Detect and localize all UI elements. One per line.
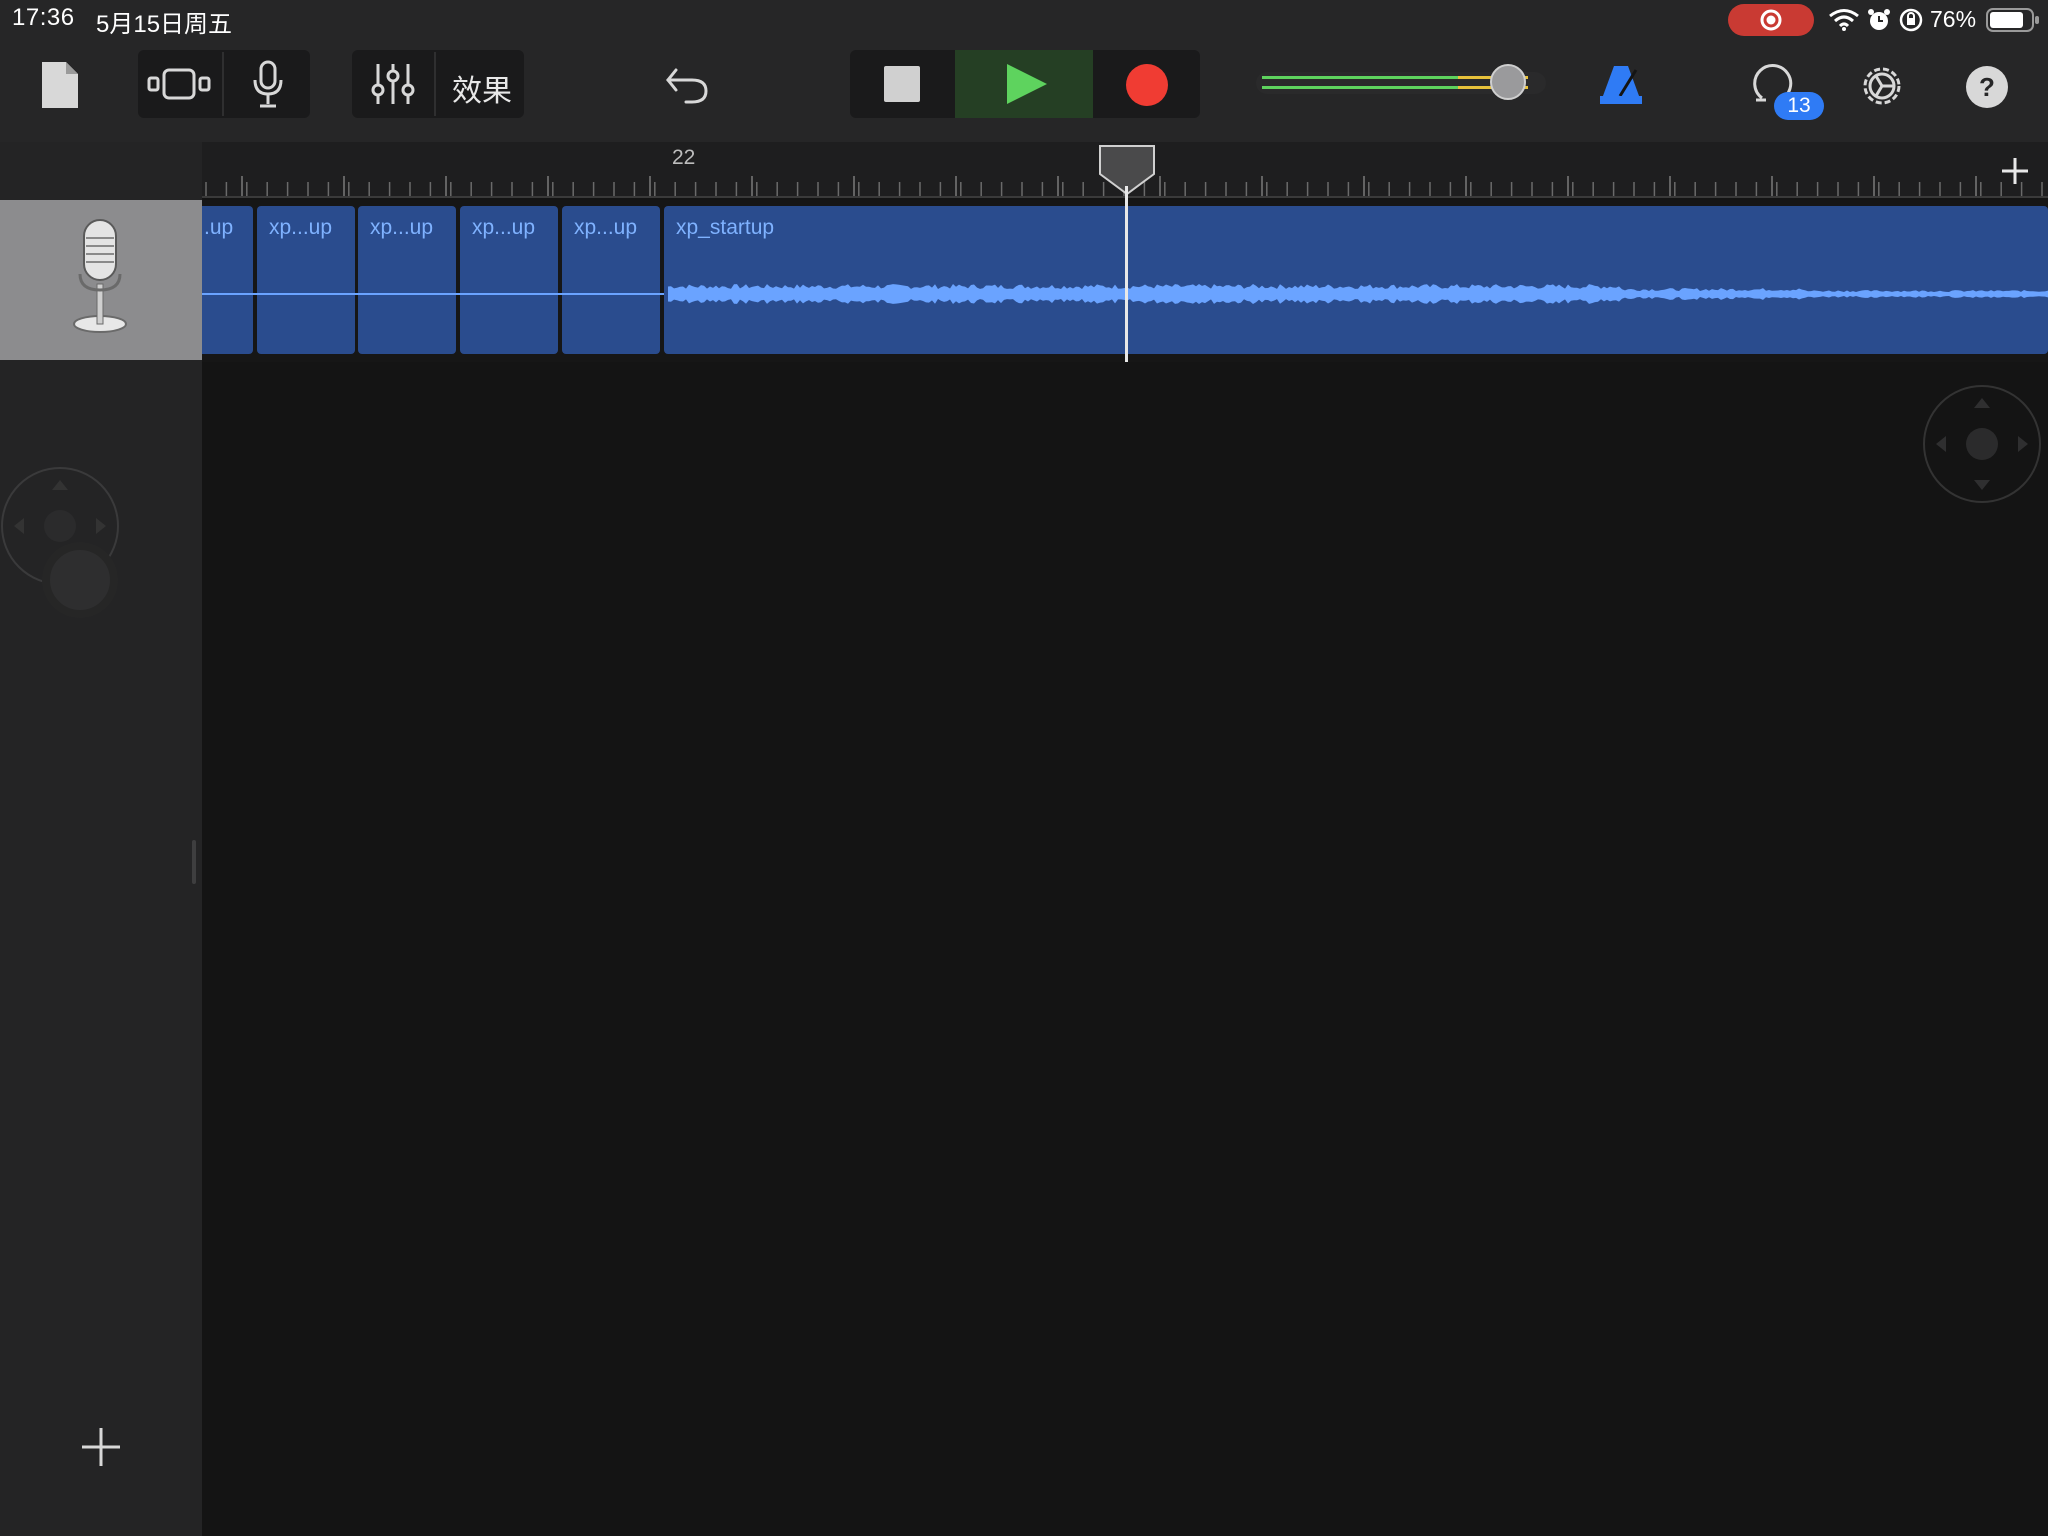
loop-count-badge: 13 xyxy=(1774,92,1824,120)
column-resize-handle[interactable] xyxy=(192,840,196,884)
screen-recording-indicator[interactable] xyxy=(1728,4,1814,36)
microphone-instrument-icon[interactable] xyxy=(248,60,288,110)
help-icon[interactable]: ? xyxy=(1964,64,2010,110)
mixer-sliders-icon[interactable] xyxy=(368,60,418,108)
metronome-icon[interactable] xyxy=(1598,62,1644,106)
battery-icon xyxy=(1986,8,2039,32)
record-button[interactable] xyxy=(1124,62,1170,108)
master-volume-knob[interactable] xyxy=(1490,64,1526,100)
status-time: 17:36 xyxy=(12,4,75,31)
alarm-icon xyxy=(1868,9,1890,30)
my-songs-document-icon[interactable] xyxy=(40,60,80,110)
segment-divider xyxy=(222,52,224,116)
add-section-plus-icon[interactable] xyxy=(1998,154,2032,188)
wifi-icon xyxy=(1829,9,1859,31)
ruler-bar-number: 22 xyxy=(672,146,696,169)
segment-divider xyxy=(434,52,436,116)
add-track-plus-icon[interactable] xyxy=(78,1424,124,1470)
battery-percentage: 76% xyxy=(1930,6,1977,32)
stop-button[interactable] xyxy=(884,66,920,102)
tracks-view-icon[interactable] xyxy=(146,62,212,106)
vintage-microphone-icon xyxy=(73,219,127,333)
track-header-audio-recorder[interactable] xyxy=(0,200,202,360)
record-dot-icon xyxy=(1760,9,1782,31)
assistive-dpad-right[interactable] xyxy=(1922,384,2048,504)
playhead-line xyxy=(1125,186,1128,362)
effects-button[interactable]: 效果 xyxy=(452,66,512,110)
play-icon xyxy=(1007,64,1047,104)
rotation-lock-icon xyxy=(1899,8,1923,32)
svg-text:?: ? xyxy=(1979,72,1995,102)
status-date: 5月15日周五 xyxy=(96,11,233,38)
play-button[interactable] xyxy=(955,50,1093,118)
assistive-dpad-left[interactable] xyxy=(0,462,130,632)
undo-icon[interactable] xyxy=(664,62,712,106)
settings-gear-icon[interactable] xyxy=(1858,62,1906,110)
